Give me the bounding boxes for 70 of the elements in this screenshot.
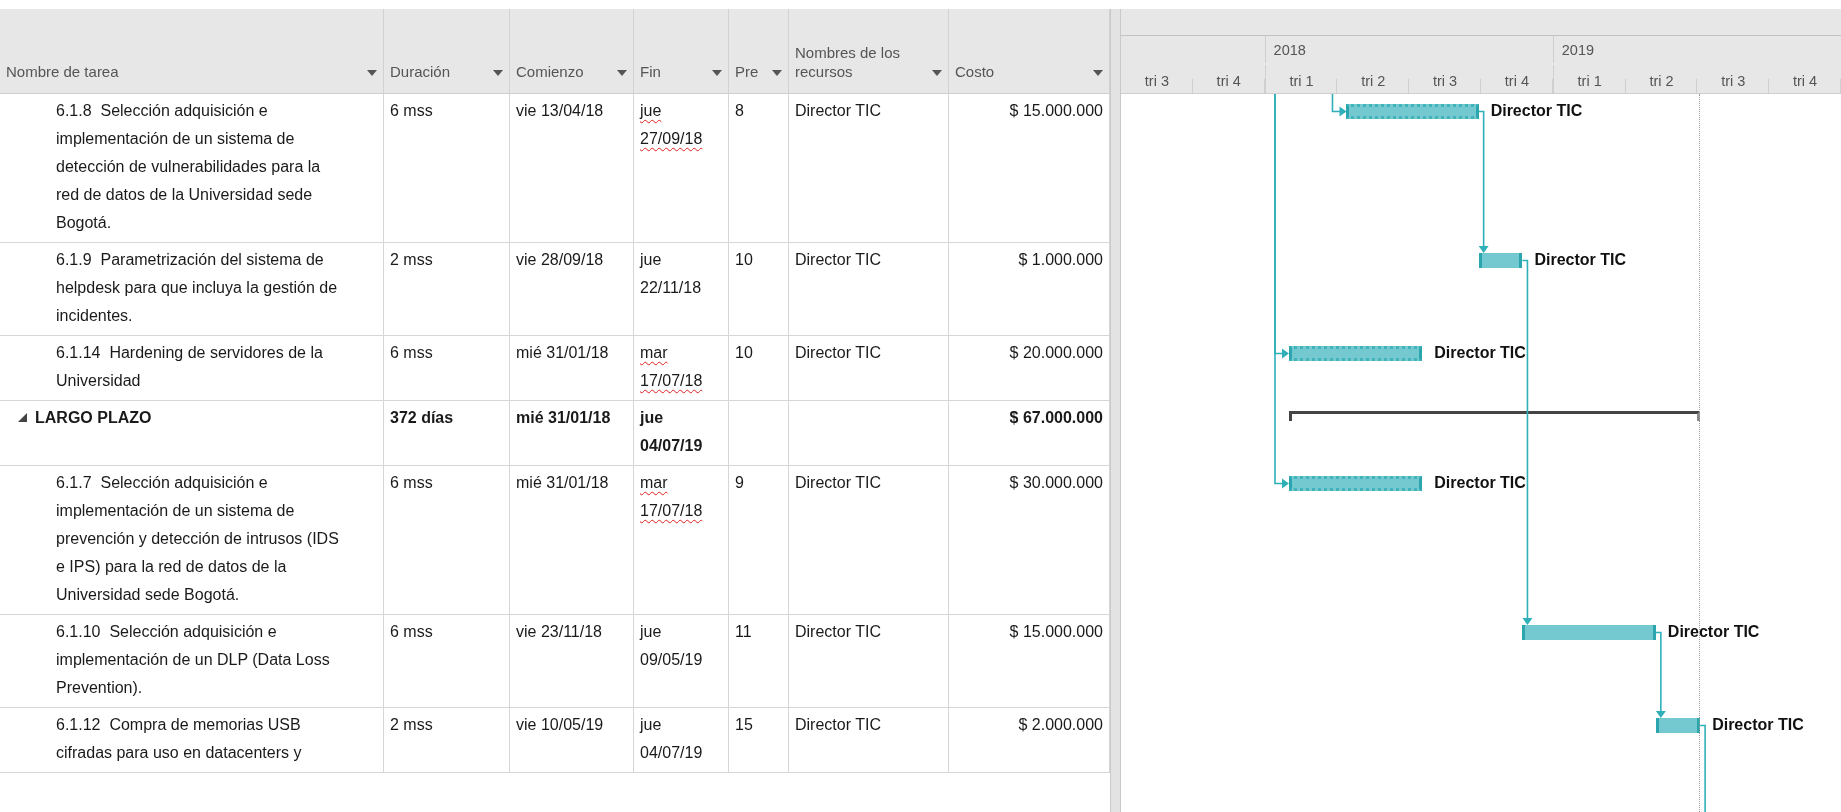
table-cell: mié 31/01/18 [510, 401, 634, 466]
task-name: 6.1.9 Parametrización del sistema de helpdesk para que incluya la gestión de incidentes. [0, 243, 384, 336]
table-cell: Director TIC [789, 708, 949, 773]
table-cell: mar 17/07/18 [634, 466, 729, 615]
table-cell: Director TIC [789, 94, 949, 243]
table-cell: 2 mss [384, 243, 510, 336]
table-cell: jue 04/07/19 [634, 708, 729, 773]
connector-arrow [1331, 93, 1347, 117]
table-cell: 9 [729, 466, 789, 615]
table-cell: jue 04/07/19 [634, 401, 729, 466]
table-cell: 372 días [384, 401, 510, 466]
table-cell: vie 10/05/19 [510, 708, 634, 773]
task-name: 6.1.14 Hardening de servidores de la Universidad [0, 336, 384, 401]
column-header[interactable]: Comienzo [510, 9, 634, 94]
table-cell: mar 17/07/18 [634, 336, 729, 401]
column-header[interactable]: Pre [729, 9, 789, 94]
table-cell: mié 31/01/18 [510, 466, 634, 615]
bar-label: Director TIC [1534, 250, 1627, 270]
task-name: 6.1.8 Selección adquisición e implementación de un sistema de detección de vulnerabilidades para la red de datos de la Universidad sede Bogotá. [0, 94, 384, 243]
column-header[interactable]: Fin [634, 9, 729, 94]
column-header[interactable]: Nombre de tarea [0, 9, 384, 94]
table-cell: 8 [729, 94, 789, 243]
dropdown-arrow-icon[interactable] [712, 70, 722, 76]
dropdown-arrow-icon[interactable] [617, 70, 627, 76]
table-cell: Director TIC [789, 243, 949, 336]
dropdown-arrow-icon[interactable] [932, 70, 942, 76]
quarter-label: tri 1 [1552, 64, 1626, 93]
table-cell: vie 13/04/18 [510, 94, 634, 243]
empty-cell [729, 401, 789, 466]
table-cell: 10 [729, 243, 789, 336]
bar-label: Director TIC [1490, 101, 1583, 121]
table-cell: 6 mss [384, 336, 510, 401]
table-cell: Director TIC [789, 466, 949, 615]
table-cell: Director TIC [789, 336, 949, 401]
collapse-icon[interactable] [18, 413, 27, 422]
table-cell: vie 23/11/18 [510, 615, 634, 708]
table-cell: Director TIC [789, 615, 949, 708]
table-cell: jue 22/11/18 [634, 243, 729, 336]
bar-label: Director TIC [1434, 473, 1526, 493]
dropdown-arrow-icon[interactable] [772, 70, 782, 76]
quarter-label: tri 1 [1264, 64, 1338, 93]
table-cell: 11 [729, 615, 789, 708]
dropdown-arrow-icon[interactable] [493, 70, 503, 76]
table-cell: 15 [729, 708, 789, 773]
dropdown-arrow-icon[interactable] [367, 70, 377, 76]
table-cell: mié 31/01/18 [510, 336, 634, 401]
bar-label: Director TIC [1667, 622, 1760, 642]
task-name: 6.1.12 Compra de memorias USB cifradas para uso en datacenters y [0, 708, 384, 773]
table-cell: vie 28/09/18 [510, 243, 634, 336]
task-bar[interactable] [1655, 718, 1701, 733]
table-cell: jue 27/09/18 [634, 94, 729, 243]
task-bar[interactable] [1478, 253, 1523, 268]
task-name: 6.1.10 Selección adquisición e implementación de un DLP (Data Loss Prevention). [0, 615, 384, 708]
bar-label: Director TIC [1434, 343, 1526, 363]
table-cell: 10 [729, 336, 789, 401]
table-cell: 6 mss [384, 615, 510, 708]
task-name: 6.1.7 Selección adquisición e implementación de un sistema de prevención y detección de intrusos (IDS e IPS) para la red de datos de la Universidad sede Bogotá. [0, 466, 384, 615]
table-cell: 2 mss [384, 708, 510, 773]
column-header[interactable]: Costo [949, 9, 1110, 94]
table-cell: jue 09/05/19 [634, 615, 729, 708]
summary-name: LARGO PLAZO [35, 408, 152, 428]
dropdown-arrow-icon[interactable] [1093, 70, 1103, 76]
table-cell: 6 mss [384, 94, 510, 243]
column-header[interactable]: Duración [384, 9, 510, 94]
summary-bar[interactable] [1289, 411, 1701, 421]
bar-label: Director TIC [1712, 715, 1804, 735]
table-cell: 6 mss [384, 466, 510, 615]
year-label: 2018 [1273, 42, 1306, 58]
column-header[interactable]: Nombres de los recursos [789, 9, 949, 94]
year-label: 2019 [1561, 42, 1595, 58]
